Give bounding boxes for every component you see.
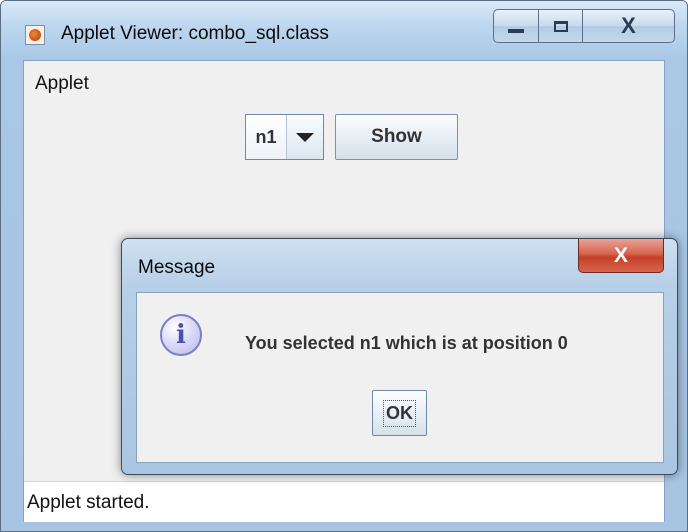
maximize-button[interactable] — [538, 9, 583, 43]
chevron-down-icon — [296, 132, 314, 142]
dialog-title: Message — [138, 257, 216, 278]
info-glyph: i — [176, 320, 186, 350]
info-icon: i — [160, 314, 202, 356]
message-dialog: Message X i You selected n1 which is at … — [121, 238, 678, 475]
window-title: Applet Viewer: combo_sql.class — [61, 23, 329, 44]
minimize-button[interactable] — [493, 9, 539, 43]
maximize-icon — [553, 20, 568, 32]
status-text: Applet started. — [27, 492, 150, 513]
combo-dropdown-button[interactable] — [287, 115, 323, 159]
window-title-bar[interactable]: Applet Viewer: combo_sql.class X — [1, 1, 687, 59]
dialog-message: You selected n1 which is at position 0 — [245, 333, 568, 353]
show-button[interactable]: Show — [335, 114, 458, 160]
combo-box[interactable]: n1 — [245, 114, 324, 160]
ok-button[interactable]: OK — [372, 390, 427, 436]
java-icon — [25, 25, 45, 45]
minimize-icon — [508, 29, 524, 33]
combo-selected-value: n1 — [246, 115, 287, 159]
close-icon: X — [621, 13, 636, 38]
dialog-close-button[interactable]: X — [578, 239, 664, 273]
applet-menu[interactable]: Applet — [35, 73, 89, 95]
dialog-body: i You selected n1 which is at position 0… — [136, 292, 664, 463]
close-button[interactable]: X — [582, 9, 675, 43]
close-icon: X — [613, 244, 628, 267]
ok-button-label: OK — [383, 399, 416, 427]
status-bar: Applet started. — [24, 481, 664, 522]
